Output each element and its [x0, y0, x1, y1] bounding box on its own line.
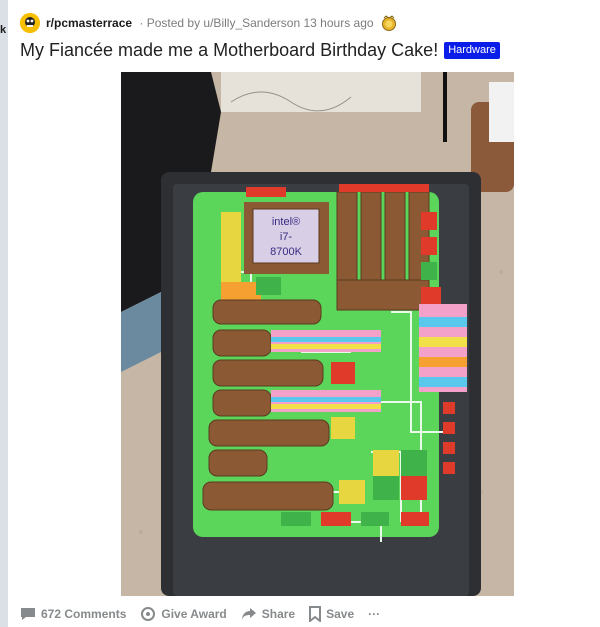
share-button[interactable]: Share: [241, 607, 295, 621]
post-image[interactable]: intel® i7- 8700K: [121, 72, 514, 596]
cpu-label-line3: 8700K: [270, 246, 302, 258]
post-meta: r/pcmasterrace · Posted by u/Billy_Sande…: [20, 12, 398, 34]
subreddit-icon[interactable]: [20, 13, 40, 33]
post-card[interactable]: r/pcmasterrace · Posted by u/Billy_Sande…: [12, 0, 600, 627]
share-icon: [241, 608, 256, 620]
more-options-icon: ···: [368, 607, 381, 621]
svg-text:i7-: i7-: [280, 231, 293, 243]
award-gift-icon: [141, 607, 156, 621]
save-button[interactable]: Save: [309, 606, 354, 622]
more-options-button[interactable]: ···: [368, 607, 380, 621]
give-award-button[interactable]: Give Award: [140, 606, 227, 622]
comment-icon: [21, 608, 35, 620]
post-title-row[interactable]: My Fiancée made me a Motherboard Birthda…: [20, 40, 500, 61]
left-panel-edge: [0, 0, 8, 627]
share-label: Share: [261, 607, 296, 621]
cake-photo: intel® i7- 8700K: [121, 72, 514, 596]
award-icon: [380, 15, 398, 31]
post-author-time: · Posted by u/Billy_Sanderson 13 hours a…: [136, 16, 374, 30]
left-panel-letter: k: [0, 24, 7, 36]
comments-label: 672 Comments: [41, 607, 127, 621]
subreddit-link[interactable]: r/pcmasterrace: [46, 16, 132, 30]
svg-text:intel®: intel®: [272, 216, 300, 228]
svg-text:8700K: 8700K: [270, 246, 302, 258]
cpu-label-line2: i7-: [280, 231, 293, 243]
post-title[interactable]: My Fiancée made me a Motherboard Birthda…: [20, 40, 438, 61]
bookmark-icon: [309, 606, 322, 622]
flair-badge[interactable]: Hardware: [444, 42, 500, 59]
comments-button[interactable]: 672 Comments: [20, 607, 126, 621]
post-actions: 672 Comments Give Award Share Save ···: [20, 604, 394, 624]
cpu-label-line1: intel®: [272, 216, 300, 228]
give-award-label: Give Award: [161, 607, 227, 621]
save-label: Save: [326, 607, 355, 621]
